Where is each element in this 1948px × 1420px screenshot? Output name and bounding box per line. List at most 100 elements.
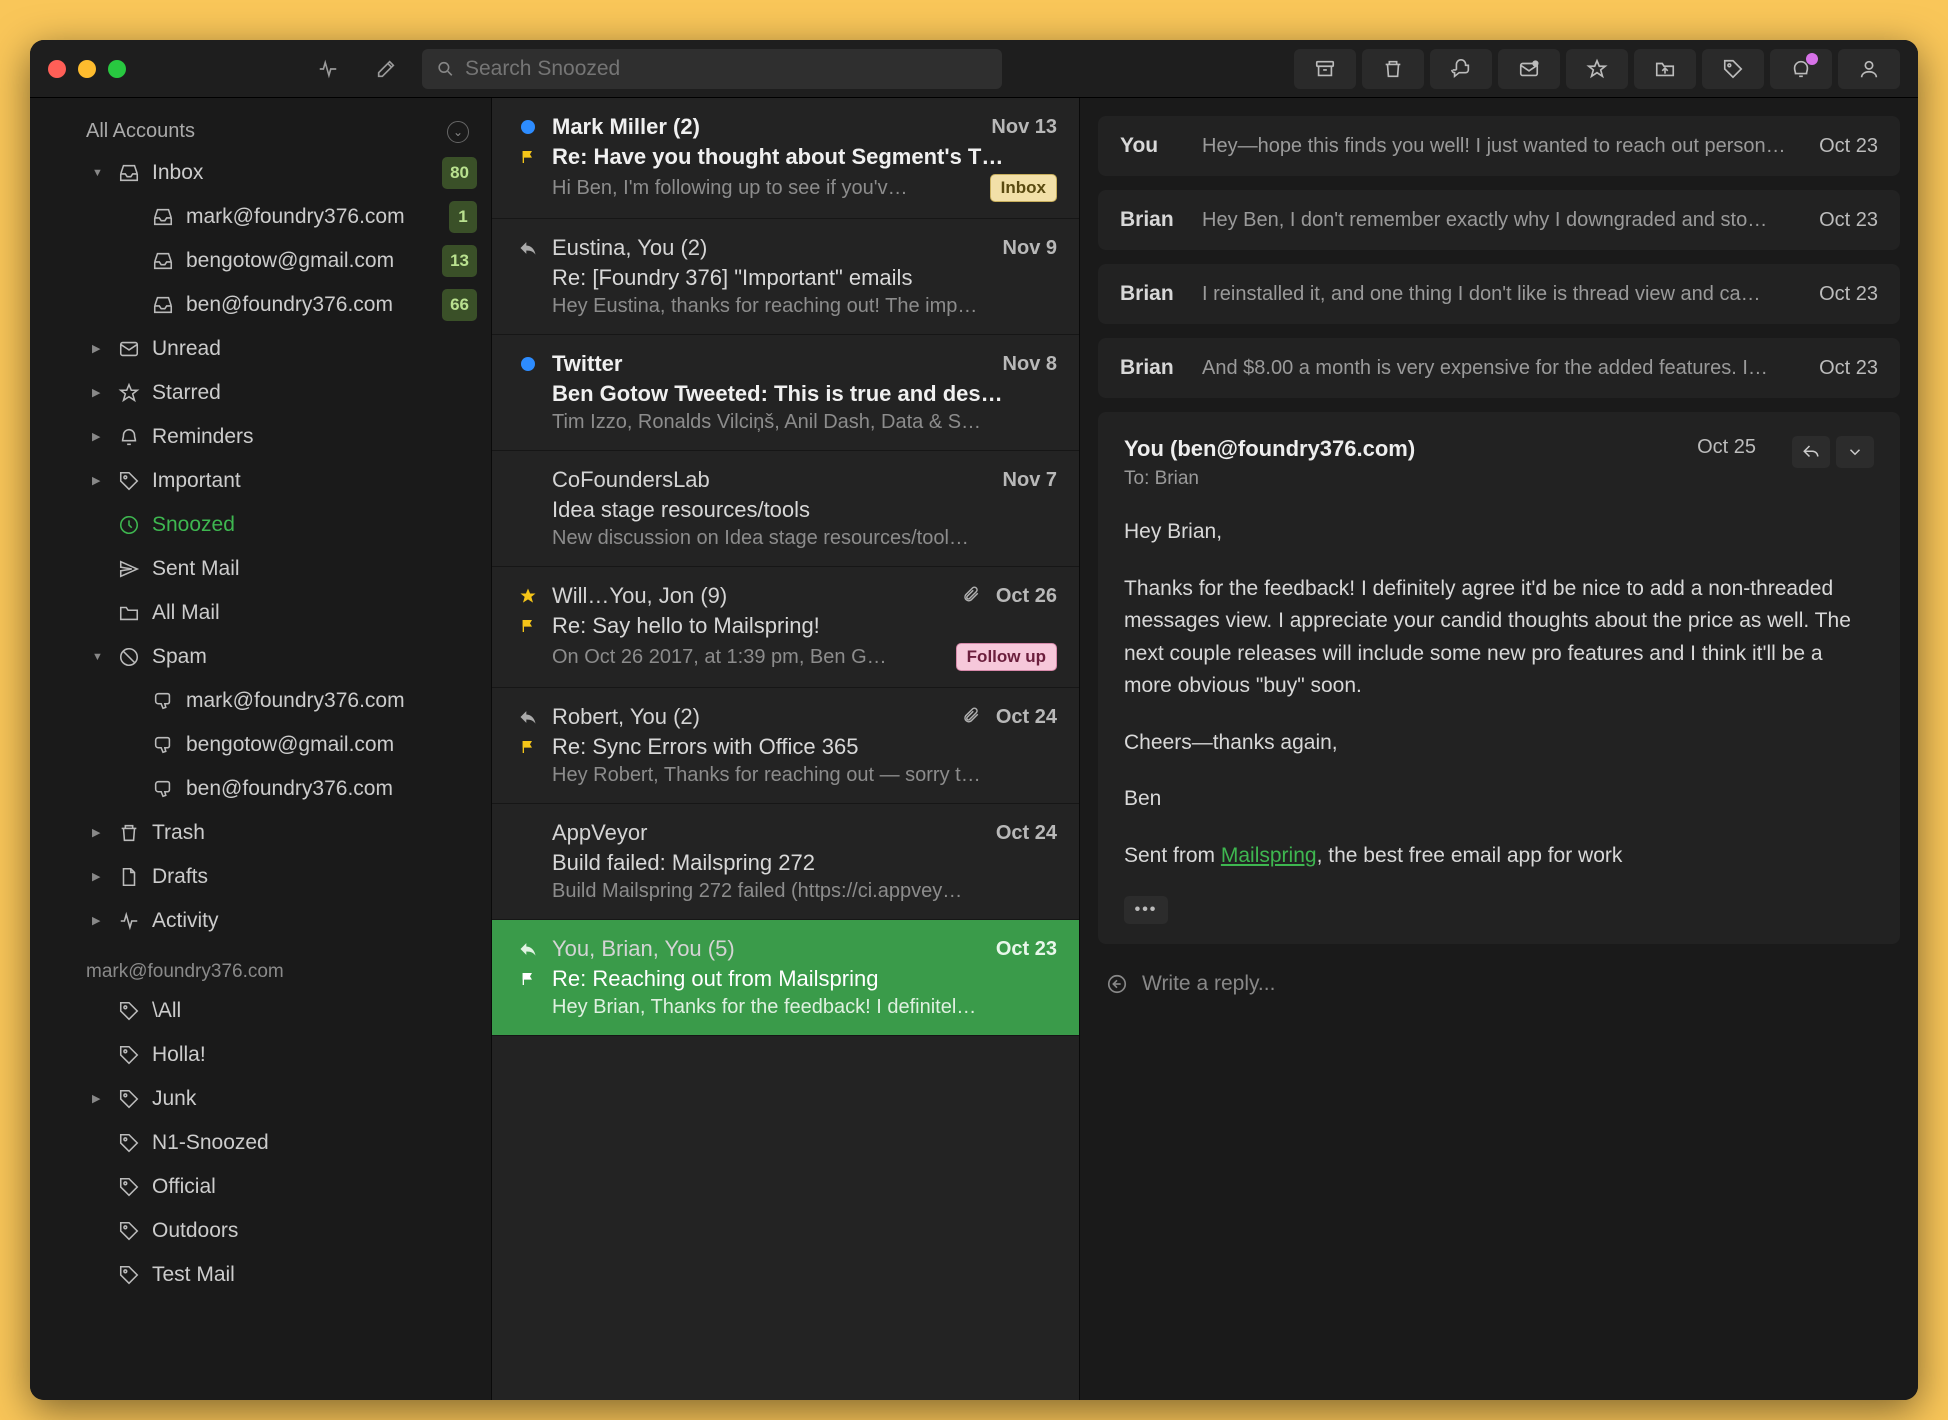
disclosure-triangle[interactable] — [92, 861, 106, 893]
thread-subject: Ben Gotow Tweeted: This is true and des… — [552, 381, 1057, 407]
minimize-window-button[interactable] — [78, 60, 96, 78]
compose-button[interactable] — [366, 49, 406, 89]
replied-icon — [516, 238, 540, 258]
disclosure-triangle[interactable] — [92, 905, 106, 937]
sidebar-label-outdoors[interactable]: Outdoors — [30, 1209, 491, 1253]
sidebar-item-reminders[interactable]: Reminders — [30, 415, 491, 459]
sidebar-item-label: ben@foundry376.com — [186, 289, 432, 321]
unread-dot-icon — [516, 120, 540, 134]
message-collapsed[interactable]: BrianI reinstalled it, and one thing I d… — [1098, 264, 1900, 324]
thread-item[interactable]: Mark Miller (2)Nov 13Re: Have you though… — [492, 98, 1079, 219]
trash-icon — [116, 822, 142, 844]
profile-button[interactable] — [1838, 49, 1900, 89]
spam-button[interactable] — [1430, 49, 1492, 89]
message-collapsed[interactable]: BrianHey Ben, I don't remember exactly w… — [1098, 190, 1900, 250]
thread-subject: Re: Reaching out from Mailspring — [552, 966, 1057, 992]
message-collapsed[interactable]: BrianAnd $8.00 a month is very expensive… — [1098, 338, 1900, 398]
snooze-button[interactable] — [1770, 49, 1832, 89]
chevron-down-icon[interactable]: ⌄ — [447, 121, 469, 143]
sidebar-label-junk[interactable]: Junk — [30, 1077, 491, 1121]
search-input[interactable] — [465, 57, 988, 81]
sidebar-item-trash[interactable]: Trash — [30, 811, 491, 855]
sidebar-item-inbox[interactable]: Inbox80 — [30, 151, 491, 195]
sidebar-item-mark-foundry376-com[interactable]: mark@foundry376.com1 — [30, 195, 491, 239]
sidebar-label-n1-snoozed[interactable]: N1-Snoozed — [30, 1121, 491, 1165]
sidebar-account-section: mark@foundry376.com — [30, 943, 491, 989]
disclosure-triangle[interactable] — [92, 465, 106, 497]
sidebar-item-important[interactable]: Important — [30, 459, 491, 503]
disclosure-triangle[interactable] — [92, 157, 106, 189]
send-icon — [116, 558, 142, 580]
unread-badge: 66 — [442, 289, 477, 321]
reply-box[interactable]: Write a reply... — [1098, 958, 1900, 1000]
reply-button[interactable] — [1792, 436, 1830, 468]
thread-subject: Re: [Foundry 376] "Important" emails — [552, 265, 1057, 291]
thread-item[interactable]: CoFoundersLabNov 7Idea stage resources/t… — [492, 451, 1079, 567]
reply-icon — [1106, 973, 1128, 995]
app-window: All Accounts ⌄ Inbox80mark@foundry376.co… — [30, 40, 1918, 1400]
disclosure-triangle[interactable] — [92, 641, 106, 673]
thread-from: Mark Miller (2) — [552, 114, 979, 140]
sidebar-item-drafts[interactable]: Drafts — [30, 855, 491, 899]
sidebar-item-unread[interactable]: Unread — [30, 327, 491, 371]
flag-icon — [516, 971, 540, 987]
trash-button[interactable] — [1362, 49, 1424, 89]
disclosure-triangle[interactable] — [92, 333, 106, 365]
sidebar-item-bengotow-gmail-com[interactable]: bengotow@gmail.com — [30, 723, 491, 767]
thread-item[interactable]: You, Brian, You (5)Oct 23Re: Reaching ou… — [492, 920, 1079, 1036]
thread-from: AppVeyor — [552, 820, 984, 846]
sidebar-item-bengotow-gmail-com[interactable]: bengotow@gmail.com13 — [30, 239, 491, 283]
thread-item[interactable]: Will…You, Jon (9)Oct 26Re: Say hello to … — [492, 567, 1079, 688]
sidebar-item-spam[interactable]: Spam — [30, 635, 491, 679]
message-collapsed[interactable]: YouHey—hope this finds you well! I just … — [1098, 116, 1900, 176]
sidebar-item-activity[interactable]: Activity — [30, 899, 491, 943]
collapsed-date: Oct 23 — [1819, 135, 1878, 158]
search-box[interactable] — [422, 49, 1002, 89]
thread-date: Oct 24 — [996, 822, 1057, 845]
sidebar-header[interactable]: All Accounts ⌄ — [30, 110, 491, 151]
sidebar-item-all-mail[interactable]: All Mail — [30, 591, 491, 635]
sidebar-item-snoozed[interactable]: Snoozed — [30, 503, 491, 547]
star-button[interactable] — [1566, 49, 1628, 89]
thread-subject: Build failed: Mailspring 272 — [552, 850, 1057, 876]
label-icon — [116, 1000, 142, 1022]
sidebar-label-official[interactable]: Official — [30, 1165, 491, 1209]
sidebar-item-mark-foundry376-com[interactable]: mark@foundry376.com — [30, 679, 491, 723]
thread-from: Robert, You (2) — [552, 704, 950, 730]
thread-item[interactable]: Eustina, You (2)Nov 9Re: [Foundry 376] "… — [492, 219, 1079, 335]
sidebar-label-holla-[interactable]: Holla! — [30, 1033, 491, 1077]
mailspring-link[interactable]: Mailspring — [1221, 844, 1317, 867]
activity-icon — [116, 910, 142, 932]
reading-pane: YouHey—hope this finds you well! I just … — [1080, 98, 1918, 1400]
disclosure-triangle[interactable] — [92, 817, 106, 849]
thread-item[interactable]: TwitterNov 8Ben Gotow Tweeted: This is t… — [492, 335, 1079, 451]
thread-item[interactable]: AppVeyor Oct 24 Build failed: Mailspring 2… — [492, 804, 1079, 920]
sidebar-item-sent-mail[interactable]: Sent Mail — [30, 547, 491, 591]
disclosure-triangle[interactable] — [92, 377, 106, 409]
disclosure-triangle[interactable] — [92, 421, 106, 453]
archive-button[interactable] — [1294, 49, 1356, 89]
tag-icon — [116, 470, 142, 492]
sidebar: All Accounts ⌄ Inbox80mark@foundry376.co… — [30, 98, 492, 1400]
label-icon — [116, 1088, 142, 1110]
sidebar-label--all[interactable]: \All — [30, 989, 491, 1033]
thread-date: Nov 7 — [1003, 469, 1057, 492]
file-icon — [116, 866, 142, 888]
zoom-window-button[interactable] — [108, 60, 126, 78]
disclosure-triangle[interactable] — [92, 1083, 106, 1115]
label-icon — [116, 1264, 142, 1286]
sidebar-item-starred[interactable]: Starred — [30, 371, 491, 415]
message-more-button[interactable] — [1836, 436, 1874, 468]
sidebar-item-ben-foundry376-com[interactable]: ben@foundry376.com — [30, 767, 491, 811]
thread-item[interactable]: Robert, You (2)Oct 24Re: Sync Errors wit… — [492, 688, 1079, 804]
collapsed-date: Oct 23 — [1819, 209, 1878, 232]
labels-button[interactable] — [1702, 49, 1764, 89]
activity-icon[interactable] — [308, 49, 348, 89]
mark-unread-button[interactable] — [1498, 49, 1560, 89]
reply-placeholder: Write a reply... — [1142, 972, 1275, 996]
show-quoted-button[interactable]: ••• — [1124, 896, 1168, 924]
sidebar-label-test-mail[interactable]: Test Mail — [30, 1253, 491, 1297]
move-to-folder-button[interactable] — [1634, 49, 1696, 89]
sidebar-item-ben-foundry376-com[interactable]: ben@foundry376.com 66 — [30, 283, 491, 327]
close-window-button[interactable] — [48, 60, 66, 78]
